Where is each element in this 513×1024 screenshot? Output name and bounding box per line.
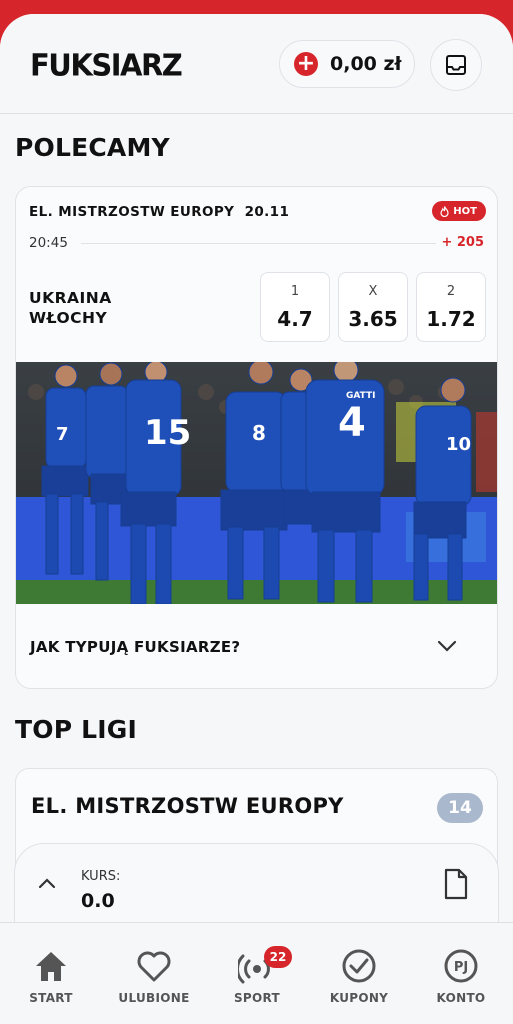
nav-label: SPORT <box>233 991 281 1005</box>
balance-deposit-button[interactable]: + 0,00 zł <box>279 40 415 88</box>
match-league-date: EL. MISTRZOSTW EUROPY 20.11 <box>29 204 289 220</box>
chevron-down-icon[interactable] <box>436 639 458 653</box>
home-icon <box>36 952 66 981</box>
match-league: EL. MISTRZOSTW EUROPY <box>29 204 235 220</box>
plus-icon: + <box>294 52 318 76</box>
nav-label: ULUBIONE <box>118 991 190 1005</box>
svg-text:7: 7 <box>56 424 69 445</box>
document-icon[interactable] <box>443 868 469 900</box>
check-circle-icon <box>342 949 376 983</box>
svg-text:8: 8 <box>252 421 266 445</box>
odd-label: 2 <box>446 284 456 299</box>
inbox-icon <box>446 55 466 75</box>
top-header: FUKSIARZ + 0,00 zł <box>0 14 513 114</box>
odd-label: X <box>368 284 378 299</box>
svg-text:15: 15 <box>144 413 191 453</box>
nav-sport[interactable]: 22 SPORT <box>212 923 302 1024</box>
odd-label: 1 <box>290 284 300 299</box>
odd-value: 1.72 <box>426 307 476 331</box>
away-team: WŁOCHY <box>29 309 108 327</box>
hot-label: HOT <box>453 205 477 217</box>
more-markets-link[interactable]: + 205 <box>441 235 484 250</box>
match-date: 20.11 <box>244 204 290 220</box>
divider-line <box>81 243 436 244</box>
top-leagues-title: TOP LIGI <box>15 715 137 744</box>
bottom-navigation: START ULUBIONE 22 SPORT KUPONY PJ KONTO <box>0 922 513 1024</box>
recommended-section-title: POLECAMY <box>15 133 170 162</box>
league-count-badge: 14 <box>437 793 483 823</box>
balance-amount: 0,00 zł <box>330 53 402 75</box>
odd-button-draw[interactable]: X 3.65 <box>338 272 408 342</box>
app-screen: FUKSIARZ + 0,00 zł POLECAMY EL. MISTRZOS… <box>0 14 513 1024</box>
home-team: UKRAINA <box>29 289 112 307</box>
svg-text:10: 10 <box>446 434 471 455</box>
match-photo: 15 8 4 GATTI 10 7 <box>16 362 497 604</box>
nav-start[interactable]: START <box>6 923 96 1024</box>
predictions-toggle-label[interactable]: JAK TYPUJĄ FUKSIARZE? <box>30 638 240 656</box>
featured-match-card[interactable]: EL. MISTRZOSTW EUROPY 20.11 HOT 20:45 + … <box>15 186 498 689</box>
odd-button-home[interactable]: 1 4.7 <box>260 272 330 342</box>
match-time: 20:45 <box>29 235 68 251</box>
nav-favorites[interactable]: ULUBIONE <box>109 923 199 1024</box>
nav-coupons[interactable]: KUPONY <box>314 923 404 1024</box>
odd-value: 3.65 <box>348 307 398 331</box>
odd-value: 4.7 <box>277 307 313 331</box>
inbox-button[interactable] <box>430 39 482 91</box>
nav-account[interactable]: PJ KONTO <box>416 923 506 1024</box>
nav-label: KONTO <box>436 991 486 1005</box>
nav-label: KUPONY <box>329 991 389 1005</box>
coupon-odds-label: KURS: <box>81 869 121 884</box>
chevron-up-icon[interactable] <box>37 877 57 890</box>
coupon-odds-value: 0.0 <box>81 890 115 912</box>
sport-count-badge: 22 <box>264 946 292 968</box>
odd-button-away[interactable]: 2 1.72 <box>416 272 486 342</box>
hot-badge: HOT <box>432 201 486 221</box>
flame-icon <box>440 205 449 217</box>
nav-label: START <box>29 991 73 1005</box>
account-pj-icon: PJ <box>444 949 478 983</box>
svg-text:GATTI: GATTI <box>346 391 376 401</box>
heart-icon <box>137 951 171 982</box>
svg-text:4: 4 <box>338 400 366 446</box>
svg-text:PJ: PJ <box>454 960 468 975</box>
fuksiarz-logo[interactable]: FUKSIARZ <box>30 47 183 83</box>
league-name: EL. MISTRZOSTW EUROPY <box>31 794 344 818</box>
